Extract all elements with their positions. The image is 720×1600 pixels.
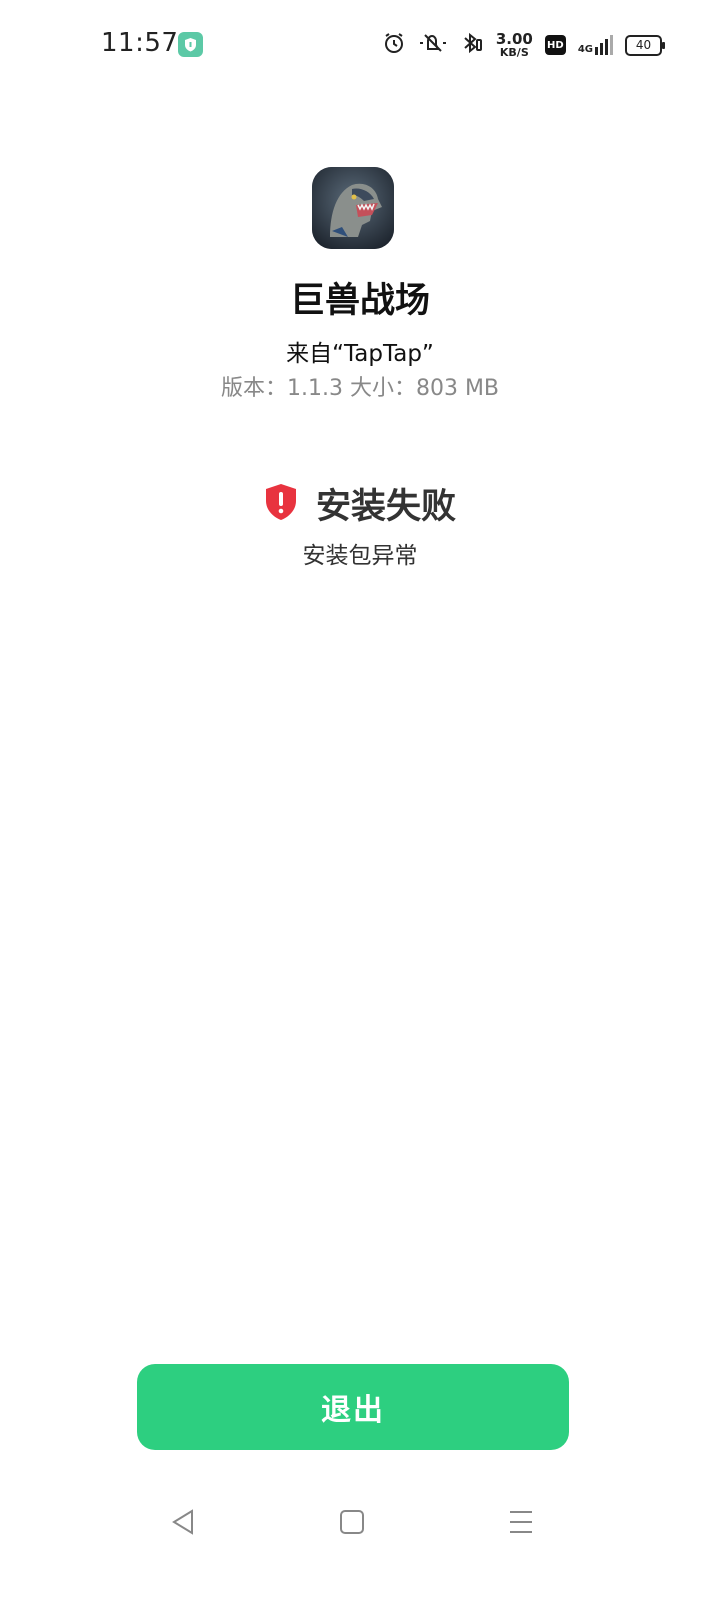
back-icon[interactable] [163,1502,203,1542]
menu-icon[interactable] [501,1502,541,1542]
mute-icon [418,31,448,59]
network-speed: 3.00 KB/S [495,30,533,59]
app-source: 来自“TapTap” [286,341,434,367]
install-failed-reason: 安装包异常 [302,543,418,569]
status-time: 11:57 [101,28,179,58]
app-name: 巨兽战场 [289,281,430,321]
home-icon[interactable] [332,1502,372,1542]
alarm-icon [382,31,406,59]
install-status: 安装失败 [0,478,720,529]
app-version-size: 版本：1.1.3 大小：803 MB [220,376,500,401]
signal-icon: 4G [578,35,613,55]
error-shield-icon [264,483,298,525]
shield-app-icon [178,32,203,57]
install-failed-title: 安装失败 [315,487,456,527]
app-icon [312,167,394,249]
battery-icon: 40 [625,34,665,56]
bluetooth-icon [460,31,484,59]
status-bar: 11:57 3.00 KB/S HD 4G 40 [0,0,720,92]
exit-button[interactable]: 退出 [137,1364,569,1450]
hd-badge: HD [544,35,566,55]
navigation-bar [0,1490,720,1560]
